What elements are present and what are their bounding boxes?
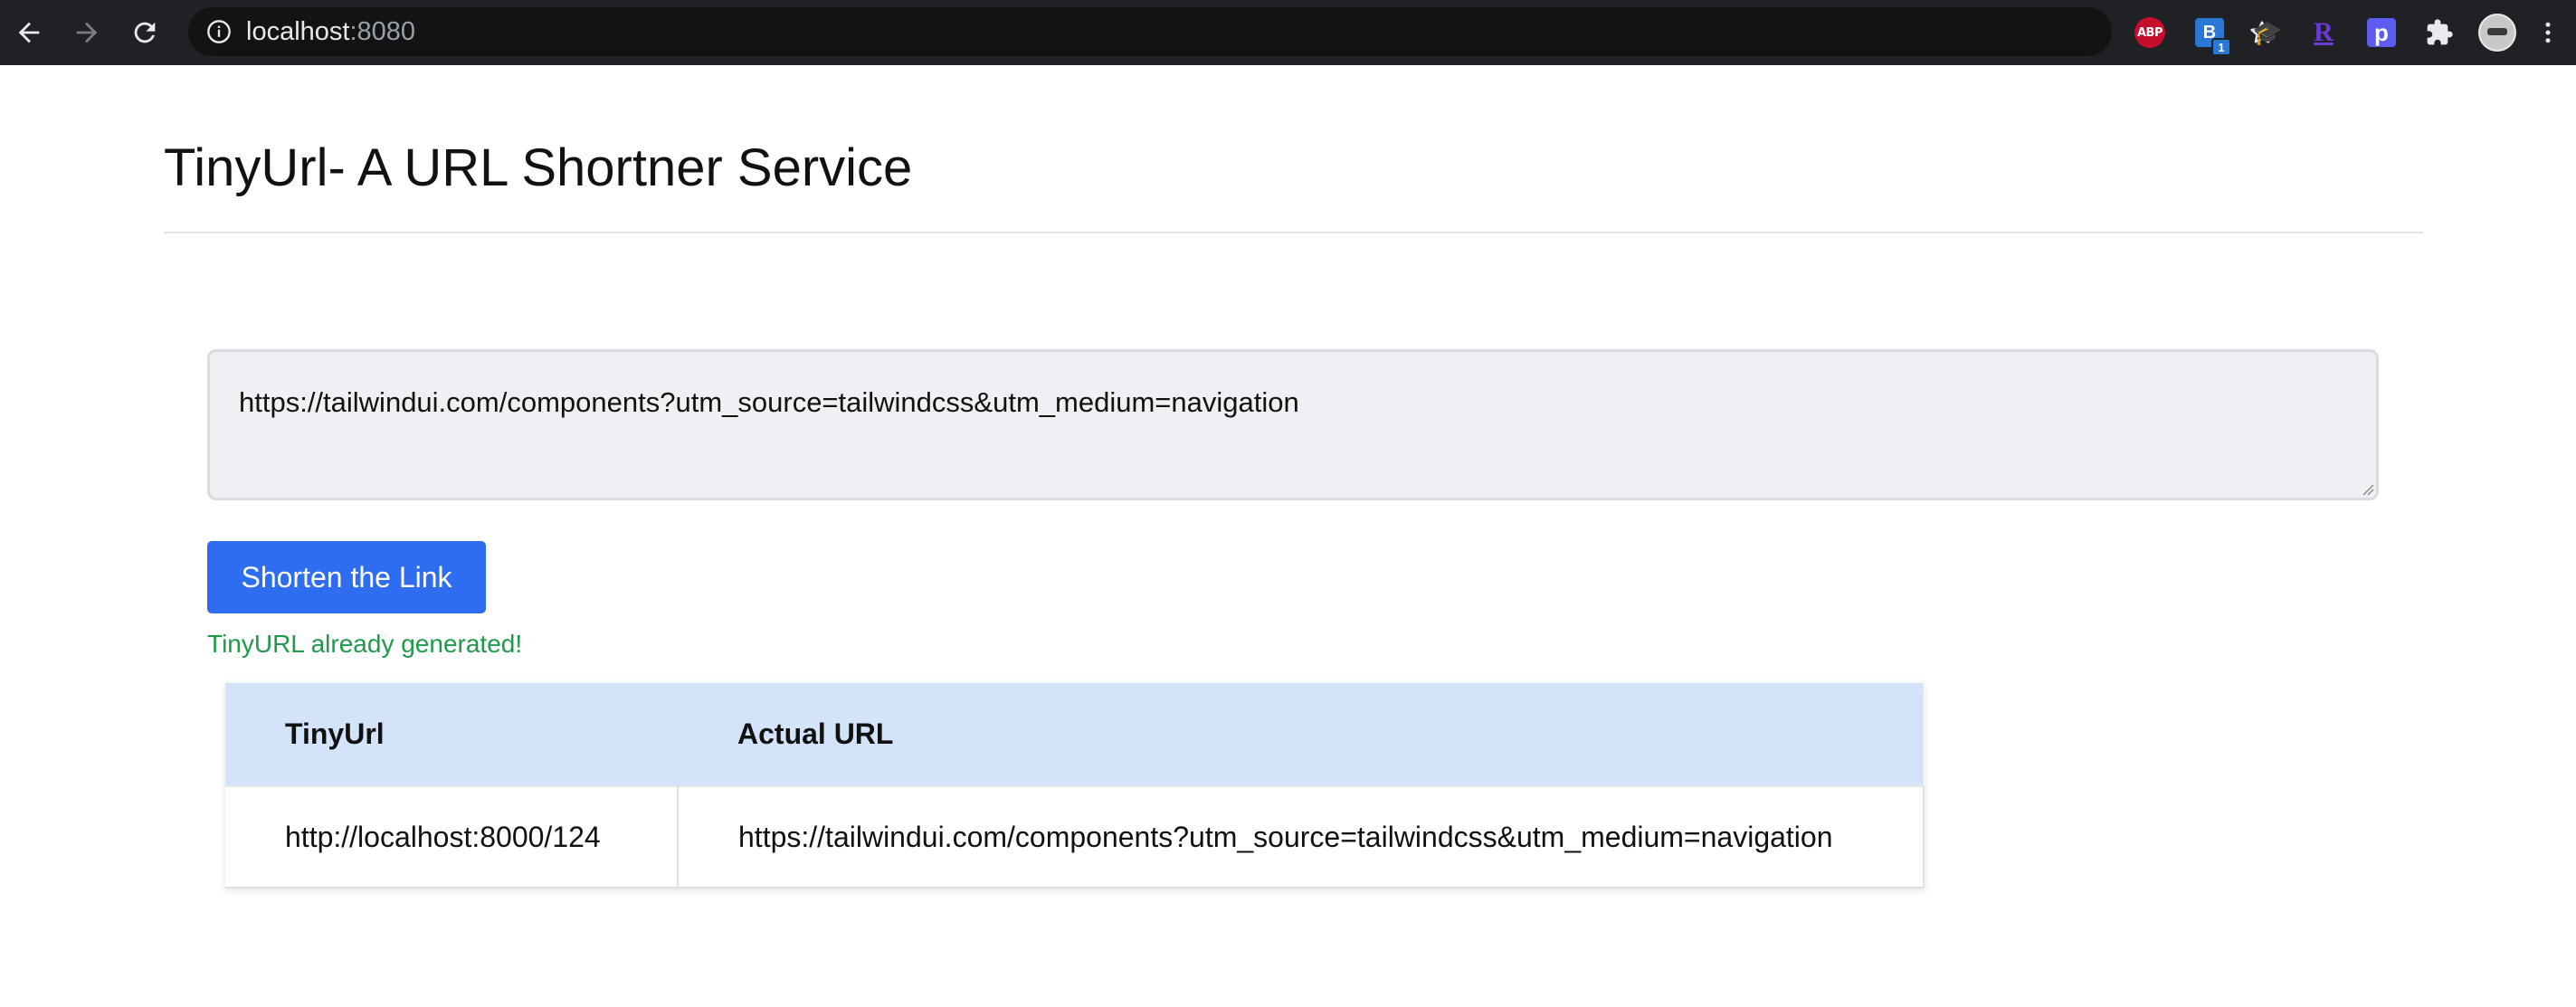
- tinyurl-cell[interactable]: http://localhost:8000/124: [225, 785, 679, 888]
- url-host: localhost: [246, 17, 350, 46]
- avatar: [2478, 14, 2516, 52]
- reload-button[interactable]: [125, 13, 165, 52]
- status-message: TinyURL already generated!: [207, 630, 523, 658]
- puzzle-icon: [2427, 19, 2453, 45]
- blue-ext-icon: B 1: [2195, 18, 2231, 56]
- arrow-right-icon: [76, 22, 98, 43]
- table-row: http://localhost:8000/124 https://tailwi…: [225, 785, 1925, 888]
- graduation-cap-icon: 🎓: [2252, 18, 2283, 46]
- extensions-button[interactable]: [2419, 13, 2459, 52]
- extension-badge: 1: [2211, 38, 2231, 56]
- r-ext-icon: R: [2314, 17, 2334, 47]
- p-ext-icon: p: [2367, 18, 2396, 47]
- url-port: :8080: [349, 17, 416, 46]
- forward-button[interactable]: [67, 13, 107, 52]
- column-header-tinyurl: TinyUrl: [225, 683, 678, 786]
- menu-button[interactable]: [2528, 13, 2568, 52]
- arrow-left-icon: [18, 22, 40, 43]
- browser-toolbar: localhost:8080 ABP B 1 🎓 R p: [0, 0, 2576, 65]
- info-icon[interactable]: [206, 19, 232, 44]
- back-button[interactable]: [9, 13, 49, 52]
- actual-url-cell: https://tailwindui.com/components?utm_so…: [678, 785, 1925, 888]
- p-extension[interactable]: p: [2362, 13, 2401, 52]
- r-extension[interactable]: R: [2304, 13, 2343, 52]
- blue-extension[interactable]: B 1: [2190, 13, 2231, 56]
- profile-button[interactable]: [2477, 13, 2517, 52]
- results-table: TinyUrl Actual URL http://localhost:8000…: [225, 683, 1925, 888]
- address-bar[interactable]: localhost:8080: [188, 7, 2274, 56]
- more-vert-icon: [2545, 22, 2551, 43]
- adblock-extension[interactable]: ABP: [2130, 13, 2170, 52]
- table-header-row: TinyUrl Actual URL: [225, 683, 1924, 786]
- reload-icon: [134, 22, 156, 43]
- long-url-input[interactable]: https://tailwindui.com/components?utm_so…: [207, 349, 2379, 500]
- title-divider: [164, 232, 2423, 233]
- resize-grip-icon[interactable]: [2360, 481, 2374, 496]
- page-title: TinyUrl- A URL Shortner Service: [164, 138, 913, 197]
- cap-extension[interactable]: 🎓: [2248, 13, 2287, 52]
- address-url: localhost:8080: [246, 7, 415, 56]
- shorten-link-button[interactable]: Shorten the Link: [207, 541, 486, 613]
- column-header-actual-url: Actual URL: [678, 683, 1924, 786]
- abp-icon: ABP: [2134, 17, 2165, 48]
